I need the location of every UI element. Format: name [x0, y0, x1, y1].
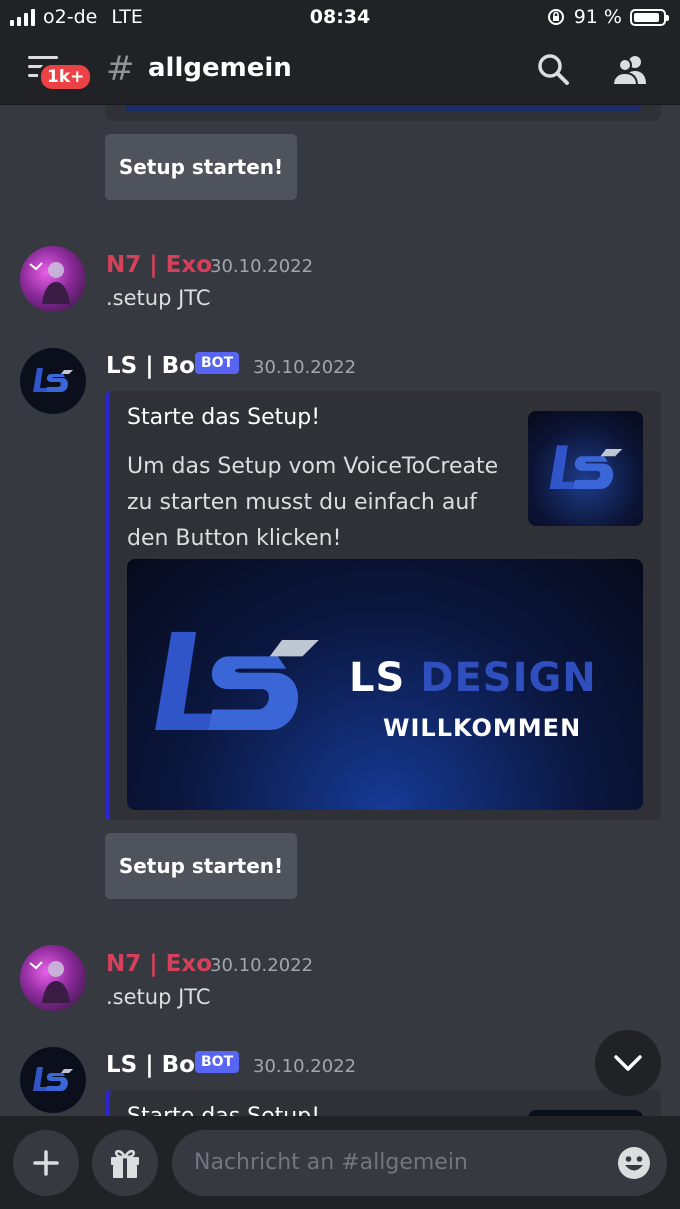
chevron-down-icon: [614, 1055, 642, 1071]
channel-title[interactable]: allgemein: [148, 53, 292, 83]
message-timestamp: 30.10.2022: [210, 256, 314, 277]
embed-title: Starte das Setup!: [127, 1104, 320, 1116]
setup-start-button[interactable]: Setup starten!: [105, 134, 297, 200]
message-author[interactable]: LS | Bot: [106, 1052, 206, 1078]
bot-tag: BOT: [195, 1051, 240, 1073]
message-author[interactable]: LS | Bot: [106, 353, 206, 379]
search-icon[interactable]: [534, 50, 574, 90]
gift-button[interactable]: [92, 1130, 158, 1196]
message-input-placeholder: Nachricht an #allgemein: [194, 1150, 468, 1175]
image-subtitle: WILLKOMMEN: [383, 714, 582, 742]
message-author[interactable]: N7 | Exo: [106, 252, 212, 278]
message-list[interactable]: Setup starten! N7 | Exo 30.10.2022 .setu…: [0, 105, 680, 1116]
add-attachment-button[interactable]: [13, 1130, 79, 1196]
message-timestamp: 30.10.2022: [210, 955, 314, 976]
message-timestamp: 30.10.2022: [253, 1056, 357, 1077]
embed-title: Starte das Setup!: [127, 405, 321, 430]
ls-logo-icon: [33, 368, 73, 392]
message-timestamp: 30.10.2022: [253, 357, 357, 378]
message-text: .setup JTC: [106, 985, 211, 1009]
gift-icon: [111, 1149, 139, 1178]
avatar[interactable]: [20, 1047, 86, 1113]
emoji-icon[interactable]: [617, 1146, 651, 1180]
orientation-lock-icon: [547, 9, 564, 25]
plus-icon: [33, 1150, 59, 1176]
channel-header: 1k+ # allgemein: [0, 36, 680, 105]
avatar[interactable]: [20, 246, 86, 312]
previous-embed-stub: [105, 105, 661, 121]
embed: Starte das Setup! Um das Setup vom Voice…: [105, 391, 661, 820]
message-input[interactable]: Nachricht an #allgemein: [172, 1130, 667, 1196]
bot-tag: BOT: [195, 352, 240, 374]
embed: Starte das Setup!: [105, 1090, 661, 1116]
message-author[interactable]: N7 | Exo: [106, 951, 212, 977]
embed-image[interactable]: LS DESIGN WILLKOMMEN: [127, 559, 643, 810]
battery-icon: [630, 8, 669, 26]
ls-logo-icon: [33, 1067, 73, 1091]
hash-icon: #: [106, 49, 135, 89]
battery-percent: 91 %: [573, 6, 622, 28]
embed-thumbnail[interactable]: [528, 411, 643, 526]
scroll-to-bottom-button[interactable]: [595, 1030, 661, 1096]
unread-badge: 1k+: [38, 62, 94, 92]
embed-description: Um das Setup vom VoiceToCreate zu starte…: [127, 454, 499, 551]
members-icon[interactable]: [610, 50, 650, 90]
message-composer: Nachricht an #allgemein: [0, 1116, 680, 1209]
ls-logo-icon: [549, 444, 622, 489]
status-bar: o2-de LTE 08:34 91 %: [0, 0, 680, 36]
menu-icon[interactable]: 1k+: [28, 56, 94, 96]
setup-start-button[interactable]: Setup starten!: [105, 833, 297, 899]
image-title: LS DESIGN: [349, 655, 597, 701]
avatar[interactable]: [20, 945, 86, 1011]
avatar[interactable]: [20, 348, 86, 414]
message-text: .setup JTC: [106, 286, 211, 310]
ls-design-logo-icon: [155, 631, 319, 730]
